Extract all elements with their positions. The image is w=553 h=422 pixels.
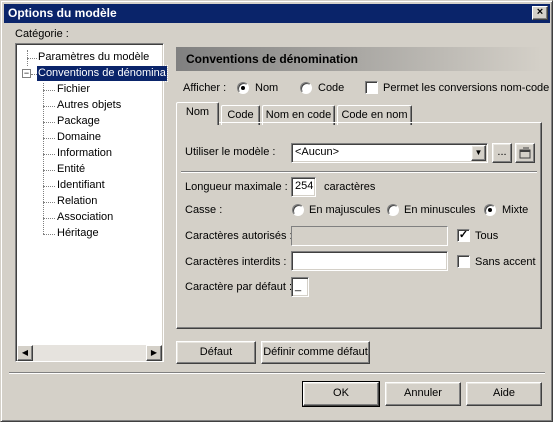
close-icon[interactable]: × — [532, 6, 548, 20]
casse-minuscules-radio[interactable] — [387, 204, 399, 216]
tree-item-autres-objets[interactable]: Autres objets — [57, 98, 121, 113]
afficher-nom-radio[interactable] — [237, 82, 249, 94]
tree-item-parametres[interactable]: Paramètres du modèle — [38, 50, 149, 65]
allowed-all-label[interactable]: Tous — [475, 230, 498, 242]
set-default-button[interactable]: Définir comme défaut — [261, 341, 370, 364]
allowed-chars-input — [291, 226, 448, 246]
permit-conversion-label[interactable]: Permet les conversions nom-code — [383, 82, 549, 94]
panel-title: Conventions de dénomination — [176, 47, 542, 71]
forbidden-chars-input[interactable] — [291, 251, 448, 271]
tree-item-domaine[interactable]: Domaine — [57, 130, 101, 145]
ok-button[interactable]: OK — [302, 381, 380, 407]
max-length-input[interactable]: 254 — [291, 177, 316, 197]
casse-label: Casse : — [185, 204, 223, 216]
tree-line — [43, 122, 55, 123]
tree-line — [43, 80, 44, 234]
forbidden-chars-label: Caractères interdits : — [185, 256, 287, 268]
tree-item-package[interactable]: Package — [57, 114, 100, 129]
category-tree[interactable]: − Paramètres du modèle Conventions de dé… — [15, 43, 168, 362]
scroll-right-icon[interactable]: ▶ — [146, 345, 162, 361]
permit-conversion-checkbox[interactable] — [365, 81, 378, 94]
allowed-all-checkbox[interactable]: ✓ — [457, 229, 470, 242]
tree-item-identifiant[interactable]: Identifiant — [57, 178, 105, 193]
template-select-value: <Aucun> — [295, 146, 340, 158]
afficher-nom-label[interactable]: Nom — [255, 82, 278, 94]
cancel-button[interactable]: Annuler — [385, 382, 461, 406]
tree-item-entite[interactable]: Entité — [57, 162, 85, 177]
default-button[interactable]: Défaut — [176, 341, 256, 364]
afficher-code-label[interactable]: Code — [318, 82, 344, 94]
tree-line — [43, 202, 55, 203]
help-button[interactable]: Aide — [466, 382, 542, 406]
tree-line — [43, 154, 55, 155]
tree-line — [43, 234, 55, 235]
max-length-unit: caractères — [324, 181, 376, 193]
default-char-input[interactable]: _ — [291, 277, 309, 297]
no-accent-label[interactable]: Sans accent — [475, 256, 536, 268]
tree-item-conventions[interactable]: Conventions de dénomina — [36, 65, 168, 82]
tree-line — [43, 90, 55, 91]
properties-icon — [519, 147, 531, 159]
window-title: Options du modèle — [8, 6, 117, 20]
casse-mixte-label[interactable]: Mixte — [502, 204, 528, 216]
separator — [9, 372, 545, 374]
properties-button[interactable] — [515, 143, 535, 163]
tab-nom[interactable]: Nom — [176, 102, 219, 125]
scroll-left-icon[interactable]: ◀ — [17, 345, 33, 361]
ellipsis-button[interactable]: ... — [492, 143, 512, 163]
options-dialog: Options du modèle × Catégorie : − Paramè… — [0, 0, 553, 422]
tree-line — [43, 186, 55, 187]
afficher-label: Afficher : — [183, 82, 227, 94]
tree-item-fichier[interactable]: Fichier — [57, 82, 90, 97]
tree-line — [27, 58, 37, 59]
tree-horizontal-scrollbar[interactable]: ◀ ▶ — [17, 345, 162, 361]
tree-item-association[interactable]: Association — [57, 210, 113, 225]
max-length-label: Longueur maximale : — [185, 181, 288, 193]
tree-item-information[interactable]: Information — [57, 146, 112, 161]
afficher-code-radio[interactable] — [300, 82, 312, 94]
template-select[interactable]: <Aucun> ▼ — [291, 143, 488, 163]
template-label: Utiliser le modèle : — [185, 146, 276, 158]
chevron-down-icon[interactable]: ▼ — [471, 145, 486, 161]
separator — [181, 171, 537, 173]
tree-line — [43, 170, 55, 171]
tree-line — [43, 138, 55, 139]
no-accent-checkbox[interactable] — [457, 255, 470, 268]
collapse-icon[interactable]: − — [22, 69, 31, 78]
tree-line — [43, 106, 55, 107]
tree-line — [43, 218, 55, 219]
category-label: Catégorie : — [15, 28, 69, 40]
casse-mixte-radio[interactable] — [484, 204, 496, 216]
tree-item-heritage[interactable]: Héritage — [57, 226, 99, 241]
tree-item-relation[interactable]: Relation — [57, 194, 97, 209]
title-bar: Options du modèle × — [4, 4, 550, 23]
casse-minuscules-label[interactable]: En minuscules — [404, 204, 476, 216]
casse-majuscules-radio[interactable] — [292, 204, 304, 216]
casse-majuscules-label[interactable]: En majuscules — [309, 204, 381, 216]
allowed-chars-label: Caractères autorisés : — [185, 230, 293, 242]
default-char-label: Caractère par défaut : — [185, 281, 293, 293]
